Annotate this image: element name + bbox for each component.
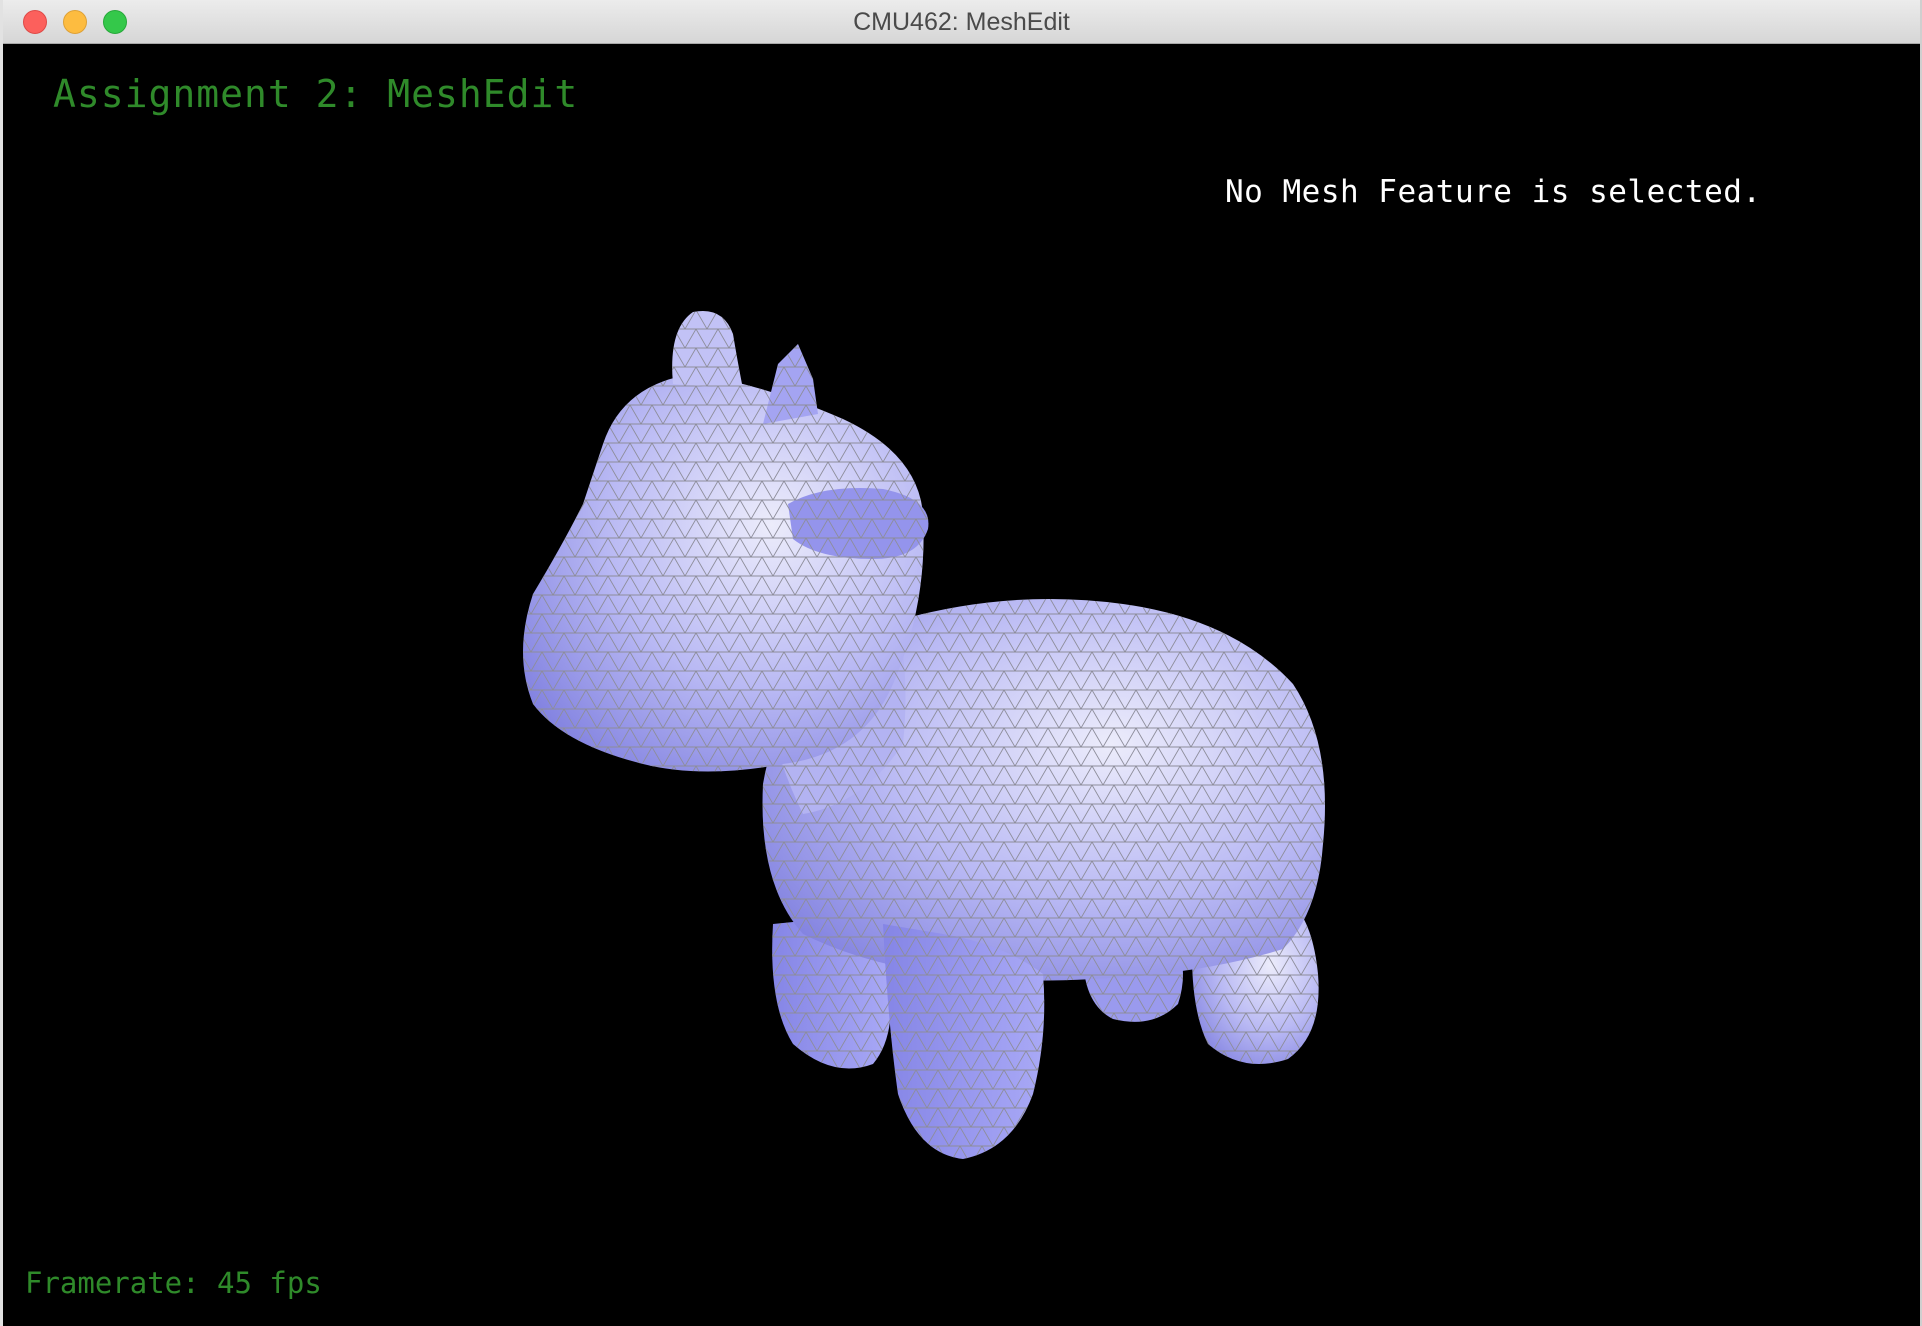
app-window: CMU462: MeshEdit Assignment 2: MeshEdit … <box>0 0 1922 1326</box>
framerate-readout: Framerate: 45 fps <box>25 1266 322 1300</box>
mesh-viewport[interactable]: Assignment 2: MeshEdit No Mesh Feature i… <box>3 44 1920 1326</box>
cow-body-group <box>523 310 1325 1159</box>
cow-mesh[interactable] <box>3 44 1920 1326</box>
window-title: CMU462: MeshEdit <box>853 8 1070 36</box>
app-title: Assignment 2: MeshEdit <box>53 72 579 116</box>
selection-status: No Mesh Feature is selected. <box>1225 174 1762 210</box>
title-bar[interactable]: CMU462: MeshEdit <box>3 0 1920 44</box>
